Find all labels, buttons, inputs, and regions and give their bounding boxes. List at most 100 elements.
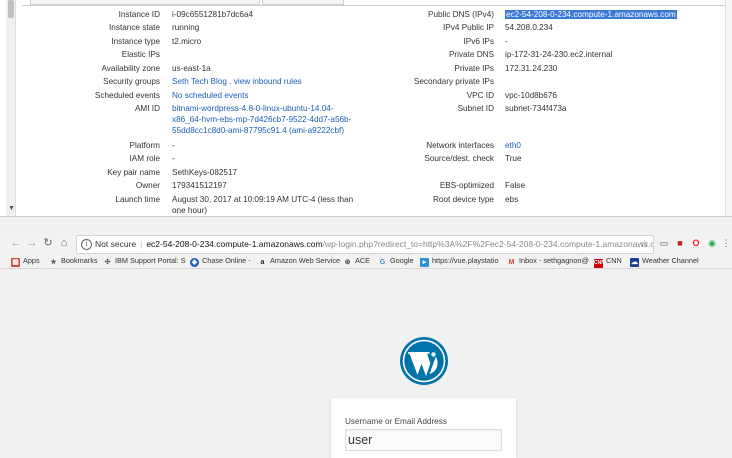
public-dns-selected-text[interactable]: ec2-54-208-0-234.compute-1.amazonaws.com <box>505 10 677 19</box>
bookmark-label: Bookmarks <box>61 256 98 265</box>
value-ipv6-ips: - <box>505 37 508 46</box>
opera-icon[interactable]: O <box>690 237 702 249</box>
value-launch-time-line-2: one hour) <box>172 206 208 215</box>
label-private-ips: Private IPs <box>454 64 494 73</box>
label-public-dns: Public DNS (IPv4) <box>428 10 494 19</box>
value-platform: - <box>172 141 175 150</box>
value-key-pair-name: SethKeys-082517 <box>172 168 238 177</box>
scroll-down-arrow-icon[interactable]: ▼ <box>8 205 15 212</box>
label-elastic-ips: Elastic IPs <box>121 50 160 59</box>
bookmark-cnn[interactable]: CNNCNN <box>594 255 622 268</box>
playstation-icon: ▸ <box>420 258 429 267</box>
bookmark-label: Amazon Web Service <box>270 256 341 265</box>
wordpress-login-page: Username or Email Address <box>0 269 732 458</box>
details-tabs-remnant <box>22 0 727 6</box>
username-input[interactable] <box>345 429 502 451</box>
value-ebs-optimized: False <box>505 181 526 190</box>
bookmark-playstation[interactable]: ▸ https://vue.playstatio <box>420 255 499 267</box>
security-group-link[interactable]: Seth Tech Blog <box>172 77 227 86</box>
apps-icon: ▦ <box>11 258 20 267</box>
bookmark-inbox[interactable]: M Inbox - sethgagnon@ <box>507 255 589 267</box>
wordpress-logo-icon[interactable] <box>399 336 449 386</box>
shield-extension-icon[interactable]: ■ <box>674 237 686 249</box>
label-instance-type: Instance type <box>111 37 160 46</box>
not-secure-label[interactable]: Not secure <box>95 239 136 249</box>
ec2-instance-details-panel: ▼ Instance ID i-09c6551281b7dc6a4 Instan… <box>0 0 732 217</box>
cast-icon[interactable]: ▭ <box>658 237 670 249</box>
star-icon: ★ <box>50 259 57 266</box>
bookmark-star-icon[interactable]: ☆ <box>640 236 649 253</box>
chase-icon: ◈ <box>190 258 199 267</box>
value-root-device-type: ebs <box>505 195 519 204</box>
bookmark-label: Inbox - sethgagnon@ <box>519 256 589 265</box>
bookmark-amazon[interactable]: a Amazon Web Service <box>258 255 340 267</box>
label-root-device-type: Root device type <box>433 195 494 204</box>
value-owner: 179341512197 <box>172 181 227 190</box>
label-instance-id: Instance ID <box>118 10 160 19</box>
label-iam-role: IAM role <box>129 154 160 163</box>
right-scrollbar[interactable] <box>725 0 732 216</box>
label-source-dest-check: Source/dest. check <box>424 154 494 163</box>
address-bar[interactable]: i Not secure | ec2-54-208-0-234.compute-1.a… <box>76 235 654 254</box>
label-availability-zone: Availability zone <box>101 64 160 73</box>
reload-icon[interactable]: ↻ <box>42 237 54 250</box>
label-platform: Platform <box>129 141 160 150</box>
scrollbar-thumb[interactable] <box>8 0 14 18</box>
username-label: Username or Email Address <box>345 417 447 426</box>
bookmark-label: Chase Online - <box>202 256 251 265</box>
forward-arrow-icon[interactable]: → <box>26 237 38 250</box>
back-arrow-icon[interactable]: ← <box>10 237 22 250</box>
label-private-dns: Private DNS <box>448 50 494 59</box>
network-interface-eth0-link[interactable]: eth0 <box>505 140 521 151</box>
ami-id-link-line-1[interactable]: bitnami-wordpress-4.8-0-linux-ubuntu-14.… <box>172 103 334 114</box>
tab-edge[interactable] <box>262 0 344 5</box>
scrollbar[interactable] <box>6 0 16 216</box>
info-icon[interactable]: i <box>81 239 92 251</box>
ibm-icon: ✣ <box>104 259 111 266</box>
label-owner: Owner <box>135 181 160 190</box>
label-vpc-id: VPC ID <box>466 91 494 100</box>
bookmark-apps[interactable]: ▦ Apps <box>11 255 40 267</box>
amazon-icon: a <box>260 259 265 266</box>
label-network-interfaces: Network interfaces <box>426 141 494 150</box>
bookmarks-bar: ▦ Apps ★ Bookmarks ✣ IBM Support Portal: S … <box>0 254 732 269</box>
value-instance-state: running <box>172 23 200 32</box>
value-instance-id: i-09c6551281b7dc6a4 <box>172 10 254 19</box>
value-availability-zone: us-east-1a <box>172 64 211 73</box>
value-iam-role: - <box>172 154 175 163</box>
bookmark-ace[interactable]: ⊛ ACE <box>343 255 370 267</box>
label-subnet-id: Subnet ID <box>457 104 494 113</box>
menu-icon[interactable]: ⋮ <box>720 237 732 249</box>
weather-icon: ☁ <box>630 258 639 267</box>
bookmark-weather[interactable]: ☁ Weather Channel <box>630 255 699 267</box>
bookmark-label: Apps <box>23 256 40 265</box>
chrome-extension-icon[interactable]: ◉ <box>706 237 718 249</box>
label-ebs-optimized: EBS-optimized <box>439 181 494 190</box>
bookmark-ibm-support[interactable]: ✣ IBM Support Portal: S <box>103 255 186 267</box>
scheduled-events-link[interactable]: No scheduled events <box>172 90 248 101</box>
bookmark-label: Weather Channel <box>642 256 699 265</box>
bookmark-chase[interactable]: ◈ Chase Online - <box>190 255 251 267</box>
value-security-groups: Seth Tech Blog . view inbound rules <box>172 76 302 87</box>
home-icon[interactable]: ⌂ <box>58 237 70 250</box>
gmail-icon: M <box>508 259 515 266</box>
url-path: /wp-login.php?redirect_to=http%3A%2F%2Fe… <box>322 239 654 249</box>
label-ami-id: AMI ID <box>134 104 160 113</box>
label-security-groups: Security groups <box>103 77 160 86</box>
ace-icon: ⊛ <box>344 259 351 266</box>
bookmark-bookmarks[interactable]: ★ Bookmarks <box>49 255 98 267</box>
value-subnet-id: subnet-734f473a <box>505 104 567 113</box>
value-vpc-id: vpc-10d8b676 <box>505 91 557 100</box>
bookmark-label: Google <box>390 256 414 265</box>
ami-id-link-line-2[interactable]: x86_64-hvm-ebs-mp-7d426cb7-9522-4dd7-a56… <box>172 114 351 125</box>
bookmark-label: ACE <box>355 256 371 265</box>
label-instance-state: Instance state <box>109 23 160 32</box>
tab-edge[interactable] <box>30 0 260 5</box>
bookmark-label: CNN <box>606 256 622 265</box>
value-public-dns[interactable]: ec2-54-208-0-234.compute-1.amazonaws.com <box>505 9 677 20</box>
view-inbound-rules-link[interactable]: view inbound rules <box>234 77 302 86</box>
security-group-separator: . <box>229 77 232 86</box>
url-host: ec2-54-208-0-234.compute-1.amazonaws.com <box>146 239 323 249</box>
bookmark-google[interactable]: G Google <box>378 255 414 267</box>
ami-id-link-line-3[interactable]: 55dd8cc1c8d0-ami-87795c91.4 (ami-a9222cb… <box>172 125 344 136</box>
